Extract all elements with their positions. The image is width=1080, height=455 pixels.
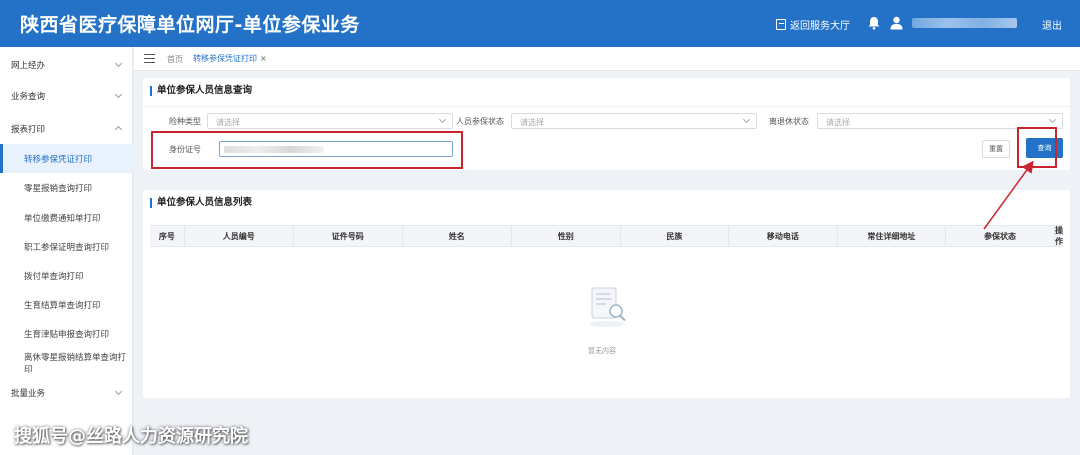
status-select[interactable]: 请选择 xyxy=(511,113,757,129)
insurance-type-label: 险种类型 xyxy=(169,117,201,126)
insurance-type-select[interactable]: 请选择 xyxy=(207,113,453,129)
sidebar-item-reimbursement-print[interactable]: 零星报销查询打印 xyxy=(0,173,133,202)
reset-button[interactable]: 重置 xyxy=(982,140,1010,158)
logout-button[interactable]: 退出 xyxy=(1042,17,1062,32)
user-icon[interactable] xyxy=(890,16,903,30)
sidebar-item-online-handling[interactable]: 网上经办 xyxy=(0,50,133,79)
column-header: 序号 xyxy=(150,226,185,246)
sidebar-item-label: 网上经办 xyxy=(11,60,46,71)
column-header: 参保状态 xyxy=(946,226,1055,246)
empty-state-icon xyxy=(589,287,626,327)
chevron-down-icon xyxy=(114,387,123,396)
chevron-down-icon xyxy=(1048,115,1057,124)
sidebar-item-label: 离休零星报销结算单查询打印 xyxy=(24,352,127,375)
sidebar-item-label: 单位缴费通知单打印 xyxy=(24,213,101,224)
annotation-box-id xyxy=(151,131,463,169)
list-panel: 单位参保人员信息列表 序号 人员编号 证件号码 姓名 性别 民族 移动电话 常住… xyxy=(143,190,1070,398)
column-header: 性别 xyxy=(512,226,621,246)
sidebar-item-label: 拨付单查询打印 xyxy=(24,271,84,282)
chevron-down-icon xyxy=(114,59,123,68)
query-panel-title: 单位参保人员信息查询 xyxy=(150,86,252,96)
column-header: 常住详细地址 xyxy=(838,226,946,246)
chevron-down-icon xyxy=(438,115,447,124)
column-header: 证件号码 xyxy=(294,226,403,246)
select-placeholder: 请选择 xyxy=(216,118,240,127)
tab-home[interactable]: 首页 xyxy=(167,54,183,65)
username-redacted xyxy=(912,18,1017,28)
back-to-hall-link[interactable]: 返回服务大厅 xyxy=(776,17,850,32)
app-title: 陕西省医疗保障单位网厅-单位参保业务 xyxy=(20,14,360,36)
column-header: 移动电话 xyxy=(729,226,838,246)
sidebar-item-transfer-cert-print[interactable]: 转移参保凭证打印 xyxy=(0,144,133,173)
column-header: 民族 xyxy=(621,226,729,246)
chevron-down-icon xyxy=(114,90,123,99)
exit-box-icon xyxy=(776,19,786,30)
query-panel: 单位参保人员信息查询 险种类型 请选择 人员参保状态 请选择 离退休状态 请选择… xyxy=(143,78,1070,170)
empty-state-text: 暂无内容 xyxy=(588,347,616,355)
column-header: 姓名 xyxy=(403,226,512,246)
sidebar-item-label: 生育津贴申报查询打印 xyxy=(24,329,110,340)
chevron-down-icon xyxy=(742,115,751,124)
sidebar-item-label: 业务查询 xyxy=(11,91,46,102)
table-header: 序号 人员编号 证件号码 姓名 性别 民族 移动电话 常住详细地址 参保状态 操… xyxy=(150,225,1063,247)
bell-icon[interactable] xyxy=(867,16,881,30)
sidebar-item-label: 批量业务 xyxy=(11,388,46,399)
column-header: 人员编号 xyxy=(185,226,294,246)
sidebar-item-insurance-proof-print[interactable]: 职工参保证明查询打印 xyxy=(0,232,133,261)
sidebar-item-label: 职工参保证明查询打印 xyxy=(24,242,110,253)
retire-status-label: 离退休状态 xyxy=(769,117,809,126)
sidebar-item-allocation-print[interactable]: 拨付单查询打印 xyxy=(0,261,133,290)
app-header: 陕西省医疗保障单位网厅-单位参保业务 返回服务大厅 退出 xyxy=(0,0,1080,47)
tab-label: 转移参保凭证打印 xyxy=(193,54,257,63)
select-placeholder: 请选择 xyxy=(520,118,544,127)
close-icon[interactable]: × xyxy=(260,54,267,63)
select-placeholder: 请选择 xyxy=(826,118,850,127)
tab-transfer-cert-print[interactable]: 转移参保凭证打印 × xyxy=(189,52,271,65)
chevron-up-icon xyxy=(114,125,123,134)
sidebar-item-payment-notice-print[interactable]: 单位缴费通知单打印 xyxy=(0,203,133,232)
sidebar-item-maternity-allowance-print[interactable]: 生育津贴申报查询打印 xyxy=(0,319,133,348)
divider xyxy=(143,106,1070,107)
sidebar-item-batch-business[interactable]: 批量业务 xyxy=(0,378,133,407)
back-to-hall-label: 返回服务大厅 xyxy=(790,21,850,32)
annotation-box-query xyxy=(1017,127,1057,168)
sidebar-item-label: 零星报销查询打印 xyxy=(24,183,93,194)
sidebar-item-retiree-settlement-print[interactable]: 离休零星报销结算单查询打印 xyxy=(0,348,133,377)
watermark: 搜狐号@丝路人力资源研究院 xyxy=(14,426,248,447)
sidebar-item-label: 生育结算单查询打印 xyxy=(24,300,101,311)
sidebar-item-label: 报表打印 xyxy=(11,124,46,135)
status-label: 人员参保状态 xyxy=(456,117,504,126)
menu-toggle-icon[interactable] xyxy=(144,54,155,63)
column-header: 操作 xyxy=(1054,226,1063,246)
sidebar-item-label: 转移参保凭证打印 xyxy=(24,154,93,165)
list-panel-title: 单位参保人员信息列表 xyxy=(150,198,252,208)
sidebar: 网上经办 业务查询 报表打印 转移参保凭证打印 零星报销查询打印 单位缴费通知单… xyxy=(0,47,133,455)
sidebar-item-report-print[interactable]: 报表打印 xyxy=(0,114,133,143)
sidebar-item-maternity-settlement-print[interactable]: 生育结算单查询打印 xyxy=(0,290,133,319)
tab-bar: 首页 转移参保凭证打印 × xyxy=(134,47,1080,71)
sidebar-item-business-query[interactable]: 业务查询 xyxy=(0,81,133,110)
